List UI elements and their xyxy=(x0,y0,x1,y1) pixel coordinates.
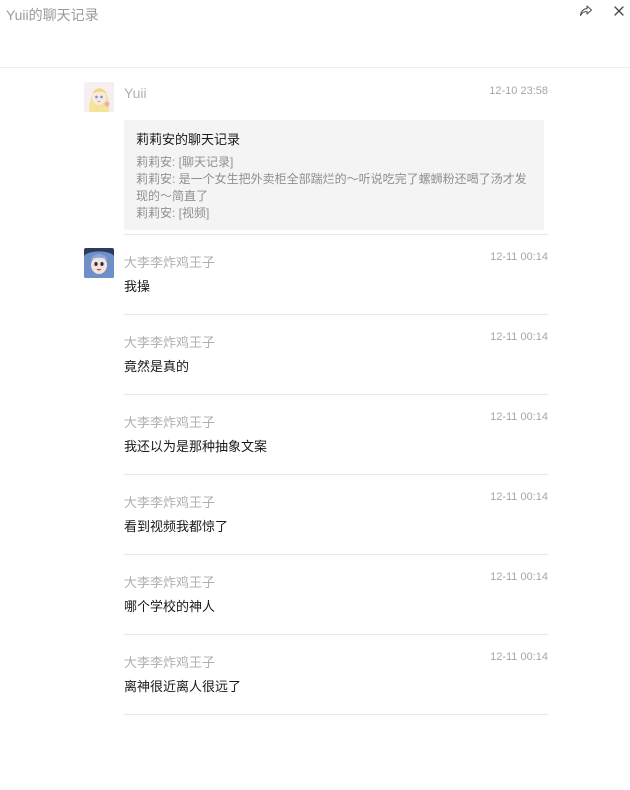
message-text: 哪个学校的神人 xyxy=(124,599,216,614)
message-time: 12-11 00:14 xyxy=(490,411,548,423)
message-time: 12-11 00:14 xyxy=(490,571,548,583)
sender-name: 大李李炸鸡王子 xyxy=(124,255,216,270)
message-text: 我操 xyxy=(124,279,151,294)
message-item: 大李李炸鸡王子 12-11 00:14 我还以为是那种抽象文案 xyxy=(0,408,630,475)
sender-name: 大李李炸鸡王子 xyxy=(124,575,216,590)
message-text: 看到视频我都惊了 xyxy=(124,519,229,534)
sender-name: 大李李炸鸡王子 xyxy=(124,335,216,350)
divider xyxy=(124,714,548,715)
message-time: 12-10 23:58 xyxy=(489,85,548,97)
sender-name: 大李李炸鸡王子 xyxy=(124,655,216,670)
divider xyxy=(124,474,548,475)
share-icon[interactable] xyxy=(577,2,595,20)
title-bar: Yuii的聊天记录 xyxy=(0,0,630,68)
window-title: Yuii的聊天记录 xyxy=(6,7,99,23)
divider xyxy=(124,234,548,235)
message-time: 12-11 00:14 xyxy=(490,331,548,343)
message-item: 大李李炸鸡王子 12-11 00:14 哪个学校的神人 xyxy=(0,568,630,635)
sender-name: 大李李炸鸡王子 xyxy=(124,415,216,430)
chat-record-line: 莉莉安: 是一个女生把外卖柜全部踹烂的～听说吃完了螺蛳粉还喝了汤才发 xyxy=(136,172,527,186)
chat-record-card[interactable]: 莉莉安的聊天记录 莉莉安: [聊天记录] 莉莉安: 是一个女生把外卖柜全部踹烂的… xyxy=(124,120,544,230)
close-icon[interactable] xyxy=(610,2,628,20)
divider xyxy=(124,554,548,555)
avatar[interactable] xyxy=(84,248,114,278)
message-time: 12-11 00:14 xyxy=(490,251,548,263)
divider xyxy=(124,634,548,635)
message-text: 竟然是真的 xyxy=(124,359,190,374)
sender-name: Yuii xyxy=(124,85,147,101)
message-item: Yuii 12-10 23:58 莉莉安的聊天记录 莉莉安: [聊天记录] 莉莉… xyxy=(0,82,630,235)
sender-name: 大李李炸鸡王子 xyxy=(124,495,216,510)
message-time: 12-11 00:14 xyxy=(490,491,548,503)
message-text: 我还以为是那种抽象文案 xyxy=(124,439,268,454)
message-text: 离神很近离人很远了 xyxy=(124,679,242,694)
chat-record-title: 莉莉安的聊天记录 xyxy=(136,132,241,147)
chat-record-line: 莉莉安: [聊天记录] xyxy=(136,155,234,169)
chat-record-line: 现的～简直了 xyxy=(136,189,209,203)
message-item: 大李李炸鸡王子 12-11 00:14 我操 xyxy=(0,248,630,315)
avatar[interactable] xyxy=(84,82,114,112)
divider xyxy=(124,314,548,315)
message-item: 大李李炸鸡王子 12-11 00:14 看到视频我都惊了 xyxy=(0,488,630,555)
chat-record-line: 莉莉安: [视频] xyxy=(136,206,210,220)
message-time: 12-11 00:14 xyxy=(490,651,548,663)
message-item: 大李李炸鸡王子 12-11 00:14 离神很近离人很远了 xyxy=(0,648,630,715)
message-item: 大李李炸鸡王子 12-11 00:14 竟然是真的 xyxy=(0,328,630,395)
divider xyxy=(124,394,548,395)
